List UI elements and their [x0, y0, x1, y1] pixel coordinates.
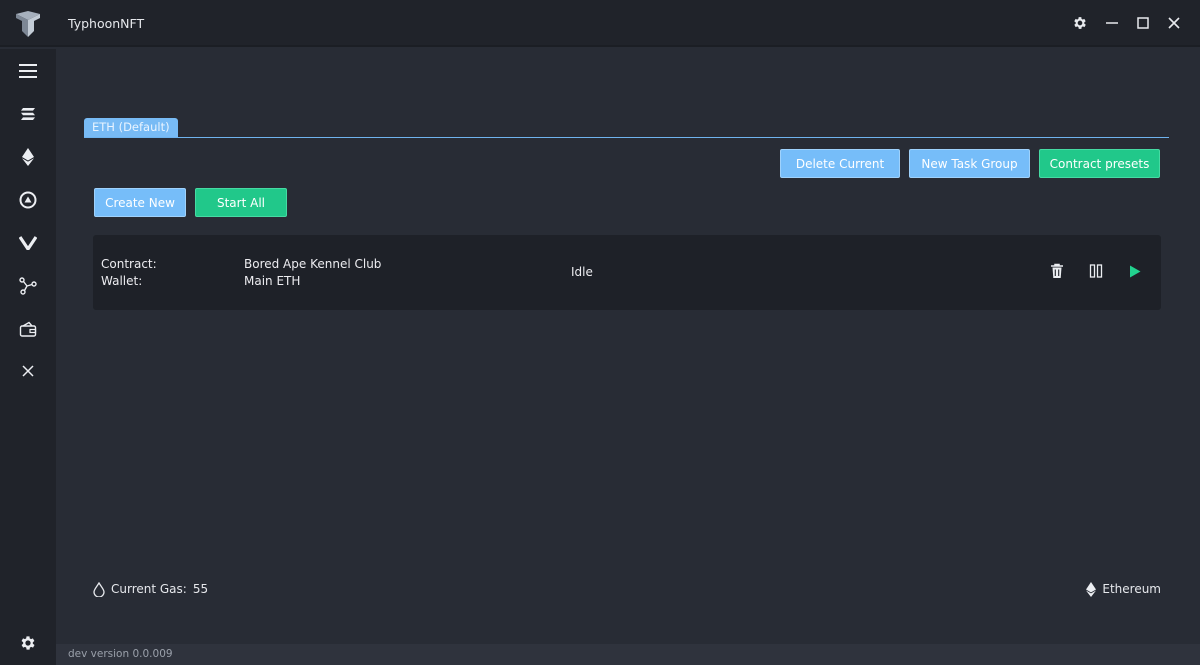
ethereum-icon[interactable] — [14, 143, 42, 171]
new-task-group-button[interactable]: New Task Group — [909, 149, 1030, 178]
task-status: Idle — [571, 265, 593, 279]
contract-presets-button[interactable]: Contract presets — [1039, 149, 1160, 178]
typhoon-logo-icon — [16, 11, 40, 37]
wallet-icon[interactable] — [14, 315, 42, 343]
status-bar: dev version 0.0.009 — [56, 644, 1200, 665]
network-name: Ethereum — [1102, 582, 1161, 596]
tab-divider — [84, 137, 1169, 138]
wallet-label: Wallet: — [101, 274, 143, 288]
gas-value: 55 — [192, 582, 209, 596]
ethereum-network-icon — [1086, 581, 1097, 597]
gas-label: Current Gas: — [111, 582, 187, 596]
x-icon[interactable] — [14, 357, 42, 385]
current-gas-indicator: Current Gas: 55 — [93, 581, 208, 597]
menu-icon[interactable] — [14, 57, 42, 85]
vector-icon[interactable] — [14, 229, 42, 257]
nodes-icon[interactable] — [14, 272, 42, 300]
opensea-icon[interactable] — [14, 186, 42, 214]
settings-gear-icon[interactable] — [1069, 12, 1091, 34]
network-indicator[interactable]: Ethereum — [1086, 581, 1161, 597]
app-title: TyphoonNFT — [68, 16, 145, 31]
start-all-button[interactable]: Start All — [195, 188, 287, 217]
close-icon[interactable] — [1163, 12, 1185, 34]
trash-icon[interactable] — [1048, 262, 1066, 280]
maximize-icon[interactable] — [1132, 12, 1154, 34]
title-bar: TyphoonNFT — [0, 0, 1200, 47]
create-new-button[interactable]: Create New — [94, 188, 186, 217]
delete-current-button[interactable]: Delete Current — [780, 149, 900, 178]
gas-drop-icon — [93, 581, 105, 597]
play-icon[interactable] — [1126, 262, 1144, 280]
sidebar — [0, 49, 56, 665]
task-row[interactable]: Contract: Wallet: Bored Ape Kennel Club … — [93, 235, 1161, 310]
pause-icon[interactable] — [1087, 262, 1105, 280]
wallet-value: Main ETH — [244, 274, 301, 288]
version-label: dev version 0.0.009 — [68, 648, 173, 660]
contract-value: Bored Ape Kennel Club — [244, 257, 382, 271]
minimize-icon[interactable] — [1101, 12, 1123, 34]
contract-label: Contract: — [101, 257, 157, 271]
solana-icon[interactable] — [14, 100, 42, 128]
tab-eth-default[interactable]: ETH (Default) — [84, 118, 178, 137]
sidebar-settings-gear-icon[interactable] — [14, 629, 42, 657]
